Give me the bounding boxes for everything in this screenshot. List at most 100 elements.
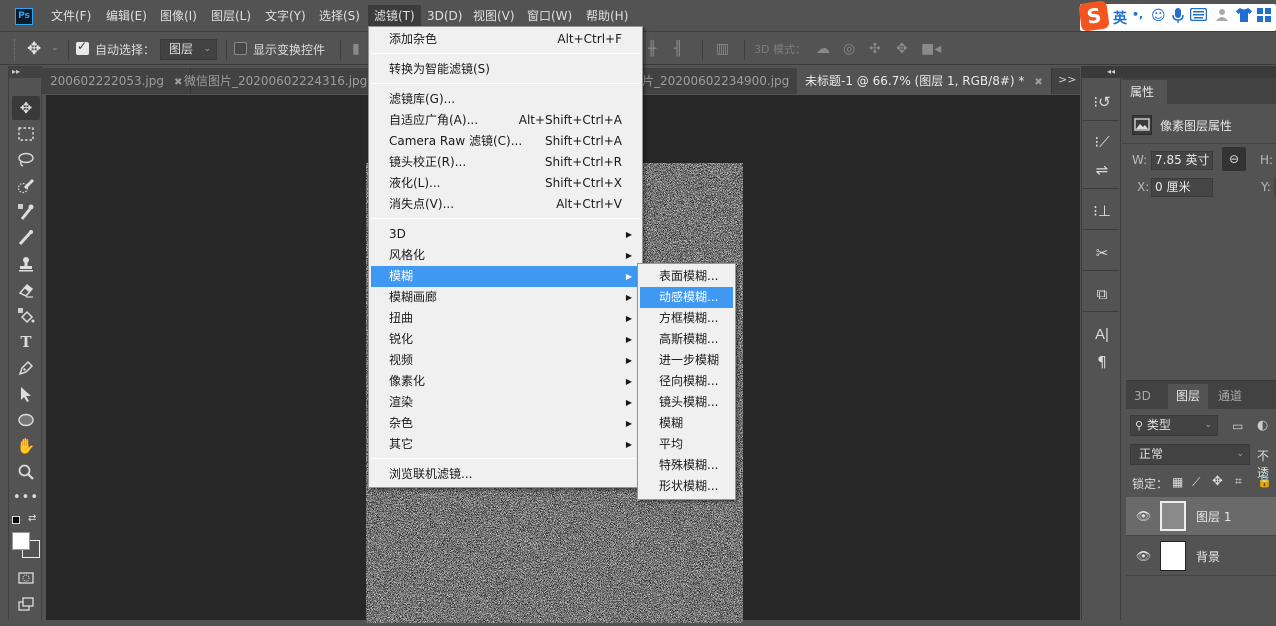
menu-item-render[interactable]: 渲染 ▶	[371, 392, 640, 413]
menu-item-adaptive-wide-angle[interactable]: 自适应广角(A)... Alt+Shift+Ctrl+A	[371, 110, 640, 131]
menu-layer[interactable]: 图层(L)	[205, 5, 257, 27]
punctuation-icon[interactable]: •,	[1132, 8, 1143, 21]
layer-row[interactable]: 👁 图层 1	[1126, 497, 1276, 536]
3d-orbit-icon[interactable]: ☁	[816, 41, 830, 57]
tabs-overflow-button[interactable]: >>	[1058, 73, 1076, 86]
zoom-tool[interactable]	[12, 460, 40, 484]
menu-item-sharpen[interactable]: 锐化 ▶	[371, 329, 640, 350]
menu-item-filter-gallery[interactable]: 滤镜库(G)...	[371, 89, 640, 110]
menu-item-pixelate[interactable]: 像素化 ▶	[371, 371, 640, 392]
layer-row[interactable]: 👁 背景	[1126, 537, 1276, 576]
move-tool[interactable]: ✥	[12, 96, 40, 120]
auto-align-icon[interactable]: ▥	[716, 41, 729, 57]
tab-document-active[interactable]: 未标题-1 @ 66.7% (图层 1, RGB/8#) * ✖	[797, 68, 1052, 94]
menu-item-blur-simple[interactable]: 模糊	[640, 413, 733, 434]
brush-presets-icon[interactable]: ⁝⟋	[1090, 130, 1114, 154]
tab-properties[interactable]: 属性	[1122, 80, 1167, 104]
menu-item-distort[interactable]: 扭曲 ▶	[371, 308, 640, 329]
lasso-tool[interactable]	[12, 148, 40, 172]
lock-image-icon[interactable]: ⟋	[1192, 475, 1200, 490]
layer-filter-dropdown[interactable]: ⚲ 类型 ⌄	[1130, 415, 1218, 436]
filter-adjustment-icon[interactable]: ◐	[1257, 418, 1268, 433]
menu-item-convert-smart-filter[interactable]: 转换为智能滤镜(S)	[371, 59, 640, 80]
microphone-icon[interactable]	[1172, 8, 1184, 28]
tool-preset-chevron-icon[interactable]: ⌄	[51, 43, 59, 53]
auto-select-target-dropdown[interactable]: 图层 ⌄	[160, 39, 217, 60]
tab-document-3[interactable]: 片_20200602234900.jpg✖	[642, 68, 817, 94]
collapse-panels-icon[interactable]: ◂◂	[1081, 66, 1276, 78]
emoji-icon[interactable]: ☺	[1151, 8, 1166, 24]
x-position-input[interactable]: 0 厘米	[1151, 178, 1213, 197]
blend-mode-dropdown[interactable]: 正常 ⌄	[1130, 444, 1250, 465]
menu-item-gaussian-blur[interactable]: 高斯模糊...	[640, 329, 733, 350]
menu-item-shape-blur[interactable]: 形状模糊...	[640, 476, 733, 497]
menu-item-lens-blur[interactable]: 镜头模糊...	[640, 392, 733, 413]
pen-tool[interactable]	[12, 356, 40, 380]
auto-select-checkbox[interactable]	[76, 39, 89, 55]
grid-icon[interactable]	[1257, 8, 1271, 26]
ime-mode-toggle[interactable]: 英	[1113, 8, 1127, 28]
options-bar-grip[interactable]	[14, 39, 17, 61]
quick-selection-tool[interactable]	[12, 174, 40, 198]
link-dimensions-icon[interactable]: ⊖	[1222, 147, 1246, 171]
distribute-right-icon[interactable]: ╢	[674, 41, 682, 57]
filter-pixel-icon[interactable]: ▭	[1232, 419, 1243, 433]
tab-document-2[interactable]: 微信图片_20200602224316.jpg✖	[176, 68, 395, 94]
lock-transparent-icon[interactable]: ▦	[1172, 475, 1183, 489]
lock-all-icon[interactable]: 🔒	[1257, 474, 1272, 488]
menu-item-smart-blur[interactable]: 特殊模糊...	[640, 455, 733, 476]
more-tools-icon[interactable]: •••	[12, 486, 40, 510]
tab-layers[interactable]: 图层	[1168, 384, 1209, 409]
eyedropper-tool[interactable]	[12, 200, 40, 224]
show-transform-checkbox[interactable]	[234, 42, 247, 55]
menu-item-vanishing-point[interactable]: 消失点(V)... Alt+Ctrl+V	[371, 194, 640, 215]
character-icon[interactable]: A|	[1090, 323, 1114, 347]
menu-edit[interactable]: 编辑(E)	[100, 5, 153, 27]
menu-item-3d[interactable]: 3D ▶	[371, 224, 640, 245]
path-selection-tool[interactable]	[12, 382, 40, 406]
menu-item-other[interactable]: 其它 ▶	[371, 434, 640, 455]
menu-item-average[interactable]: 平均	[640, 434, 733, 455]
3d-roll-icon[interactable]: ◎	[843, 41, 855, 57]
user-icon[interactable]	[1215, 8, 1231, 28]
distribute-horizontal-center-icon[interactable]: ╫	[648, 41, 656, 57]
align-top-icon[interactable]: ▮	[352, 41, 360, 57]
paragraph-icon[interactable]: ¶	[1090, 350, 1114, 374]
menu-item-surface-blur[interactable]: 表面模糊...	[640, 266, 733, 287]
close-icon[interactable]: ✖	[1034, 77, 1042, 88]
layer-name[interactable]: 背景	[1196, 548, 1220, 565]
brush-settings-icon[interactable]: ⇌	[1090, 158, 1114, 182]
menu-window[interactable]: 窗口(W)	[521, 5, 578, 27]
3d-pan-icon[interactable]: ✣	[869, 41, 881, 57]
menu-help[interactable]: 帮助(H)	[580, 5, 634, 27]
quick-mask-icon[interactable]	[12, 566, 40, 590]
menu-item-blur-gallery[interactable]: 模糊画廊 ▶	[371, 287, 640, 308]
libraries-icon[interactable]: ⧉	[1090, 282, 1114, 306]
menu-item-blur-more[interactable]: 进一步模糊	[640, 350, 733, 371]
menu-item-blur[interactable]: 模糊 ▶	[371, 266, 640, 287]
menu-item-motion-blur[interactable]: 动感模糊...	[640, 287, 733, 308]
swap-colors-icon[interactable]: ⇄	[28, 513, 36, 524]
menu-3d[interactable]: 3D(D)	[421, 5, 468, 27]
marquee-tool[interactable]	[12, 122, 40, 146]
history-icon[interactable]: ⁝↺	[1090, 90, 1114, 114]
screen-mode-icon[interactable]	[12, 592, 40, 616]
tab-3d[interactable]: 3D	[1126, 384, 1159, 409]
collapse-toolbar-icon[interactable]: ▸▸	[9, 66, 43, 78]
clone-source-icon[interactable]: ⁝⊥	[1090, 199, 1114, 223]
menu-item-stylize[interactable]: 风格化 ▶	[371, 245, 640, 266]
lock-artboard-icon[interactable]: ⌗	[1235, 474, 1242, 489]
3d-slide-icon[interactable]: ✥	[896, 41, 908, 57]
tab-document-1[interactable]: 200602222053.jpg ✖	[42, 68, 192, 94]
menu-item-add-noise[interactable]: 添加杂色 Alt+Ctrl+F	[371, 29, 640, 50]
lock-position-icon[interactable]: ✥	[1212, 474, 1223, 489]
tab-channels[interactable]: 通道	[1210, 384, 1250, 409]
menu-item-radial-blur[interactable]: 径向模糊...	[640, 371, 733, 392]
menu-image[interactable]: 图像(I)	[154, 5, 203, 27]
menu-file[interactable]: 文件(F)	[45, 5, 97, 27]
paint-bucket-tool[interactable]	[12, 304, 40, 328]
menu-item-browse-online-filters[interactable]: 浏览联机滤镜...	[371, 464, 640, 485]
menu-filter[interactable]: 滤镜(T)	[368, 5, 421, 27]
clone-stamp-tool[interactable]	[12, 252, 40, 276]
menu-view[interactable]: 视图(V)	[467, 5, 521, 27]
